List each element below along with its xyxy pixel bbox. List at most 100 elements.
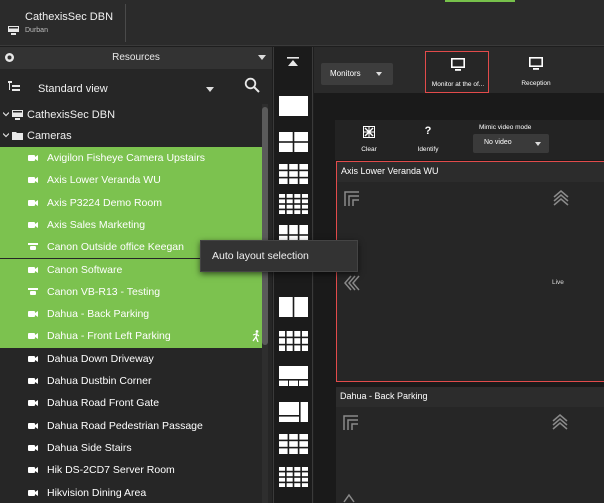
monitor-tile-label: Reception (521, 80, 551, 87)
resources-panel: Resources Standard view CathexisSec DBN (0, 47, 272, 503)
ptz-left-icon[interactable] (344, 275, 360, 291)
header-divider (125, 4, 126, 42)
layout-g4x4b-button[interactable] (279, 467, 308, 487)
monitors-dropdown[interactable]: Monitors (321, 63, 393, 85)
camera-label: Canon Software (47, 263, 123, 276)
scrollbar-thumb[interactable] (262, 107, 268, 345)
chevron-down-icon (376, 72, 382, 76)
camera-list-item[interactable]: Dahua - Back Parking (0, 303, 262, 326)
view-select[interactable]: Standard view (26, 79, 226, 99)
camera-list-item[interactable]: Axis Lower Veranda WU (0, 169, 262, 192)
active-tab-indicator (445, 0, 515, 2)
search-icon[interactable] (244, 77, 260, 93)
ptz-up-left-icon[interactable] (343, 415, 359, 431)
camera-icon (28, 400, 38, 407)
ptz-down-left-icon[interactable] (343, 487, 359, 503)
camera-list-item[interactable]: Dahua Side Stairs (0, 437, 262, 459)
chevron-down-icon[interactable] (3, 111, 9, 117)
video-tile-title: Axis Lower Veranda WU (341, 166, 439, 176)
camera-label: Hik DS-2CD7 Server Room (47, 464, 175, 477)
chevron-down-icon[interactable] (3, 132, 9, 138)
monitor-tile-1[interactable]: Reception (504, 51, 568, 93)
mimic-video-mode-select[interactable]: No video (473, 134, 549, 153)
video-tile[interactable]: Axis Lower Veranda WU Live (336, 161, 604, 382)
camera-icon (28, 266, 38, 273)
monitor-bar: Monitors Monitor at the of... Reception (314, 47, 604, 93)
camera-list-item[interactable]: Dahua - Front Left Parking (0, 325, 262, 348)
ptz-up-icon[interactable] (553, 190, 569, 206)
server-icon (12, 110, 23, 120)
camera-label: Dahua Side Stairs (47, 441, 132, 454)
camera-list-item[interactable]: Axis P3224 Demo Room (0, 191, 262, 214)
ptz-camera-icon (28, 287, 38, 295)
layout-g4x3-button[interactable] (279, 331, 308, 351)
collapse-up-icon[interactable] (287, 57, 299, 69)
layout-g2x2-button[interactable] (279, 132, 308, 152)
camera-list-item[interactable]: Hik DS-2CD7 Server Room (0, 459, 262, 481)
question-icon: ? (424, 125, 432, 137)
camera-label: Dahua - Front Left Parking (47, 330, 171, 343)
clear-button[interactable]: Clear (349, 123, 389, 157)
view-selector-row: Standard view (0, 71, 272, 101)
ptz-up-icon[interactable] (552, 414, 568, 430)
camera-list-item[interactable]: Dahua Road Pedestrian Passage (0, 415, 262, 437)
ptz-up-left-icon[interactable] (344, 191, 360, 207)
view-select-value: Standard view (38, 83, 108, 95)
camera-label: Axis Sales Marketing (47, 218, 146, 231)
monitor-icon (529, 57, 543, 70)
monitor-icon (451, 58, 465, 71)
camera-icon (28, 177, 38, 184)
layout-split2-button[interactable] (279, 297, 308, 317)
camera-icon (28, 489, 38, 496)
ptz-camera-icon (28, 243, 38, 251)
camera-list-item[interactable]: Dahua Road Front Gate (0, 392, 262, 414)
camera-icon (28, 199, 38, 206)
camera-label: Canon VB-R13 - Testing (47, 285, 161, 298)
camera-icon (28, 378, 38, 384)
layout-single-button[interactable] (279, 96, 308, 116)
layout-grid-icon (279, 297, 308, 317)
layout-big-top-button[interactable] (279, 366, 308, 386)
camera-icon (28, 444, 38, 451)
tree-view-icon (8, 81, 20, 91)
clear-grid-icon (363, 126, 375, 138)
camera-label: Dahua Down Driveway (47, 352, 154, 365)
site-location: Durban (25, 27, 48, 34)
camera-list-item[interactable]: Axis Sales Marketing (0, 213, 262, 237)
layout-g3x3b-button[interactable] (279, 434, 308, 454)
layout-g3x3-button[interactable] (279, 164, 308, 184)
site-header: CathexisSec DBN Durban (0, 0, 604, 46)
camera-label: Dahua Road Front Gate (47, 397, 160, 410)
camera-list-item[interactable]: Avigilon Fisheye Camera Upstairs (0, 147, 262, 170)
tree-node-label: Cameras (27, 130, 72, 142)
layout-g4x4-button[interactable] (279, 194, 308, 214)
monitor-tile-0[interactable]: Monitor at the of... (425, 51, 489, 93)
site-name[interactable]: CathexisSec DBN (25, 11, 113, 23)
camera-icon (28, 311, 38, 318)
resources-header[interactable]: Resources (0, 47, 272, 69)
video-tile[interactable]: Dahua - Back Parking (336, 387, 604, 503)
camera-label: Axis Lower Veranda WU (47, 174, 161, 187)
layout-big-left-button[interactable] (279, 402, 308, 422)
camera-icon (28, 221, 38, 228)
layout-grid-icon (279, 164, 308, 184)
camera-label: Avigilon Fisheye Camera Upstairs (47, 152, 205, 164)
camera-list-item[interactable]: Dahua Down Driveway (0, 348, 262, 370)
auto-layout-tooltip[interactable]: Auto layout selection (200, 240, 358, 272)
camera-list-item[interactable]: Canon VB-R13 - Testing (0, 280, 262, 304)
tree-node-cameras[interactable]: Cameras (0, 125, 262, 147)
camera-label: Hikvision Dining Area (47, 486, 147, 499)
identify-button[interactable]: ? Identify (408, 123, 448, 157)
camera-label: Dahua Dustbin Corner (47, 375, 152, 387)
caret-down-icon[interactable] (258, 55, 266, 60)
layout-toolbar (273, 47, 313, 503)
video-tile-title: Dahua - Back Parking (340, 391, 428, 401)
camera-label: Axis P3224 Demo Room (47, 196, 162, 209)
identify-label: Identify (417, 146, 439, 153)
monitors-dropdown-label: Monitors (330, 69, 361, 78)
camera-list-item[interactable]: Dahua Dustbin Corner (0, 370, 262, 392)
tree-node-site[interactable]: CathexisSec DBN (0, 104, 262, 126)
layout-grid-icon (279, 132, 308, 152)
monitor-tile-label: Monitor at the of... (431, 81, 485, 88)
camera-list-item[interactable]: Hikvision Dining Area (0, 482, 262, 503)
